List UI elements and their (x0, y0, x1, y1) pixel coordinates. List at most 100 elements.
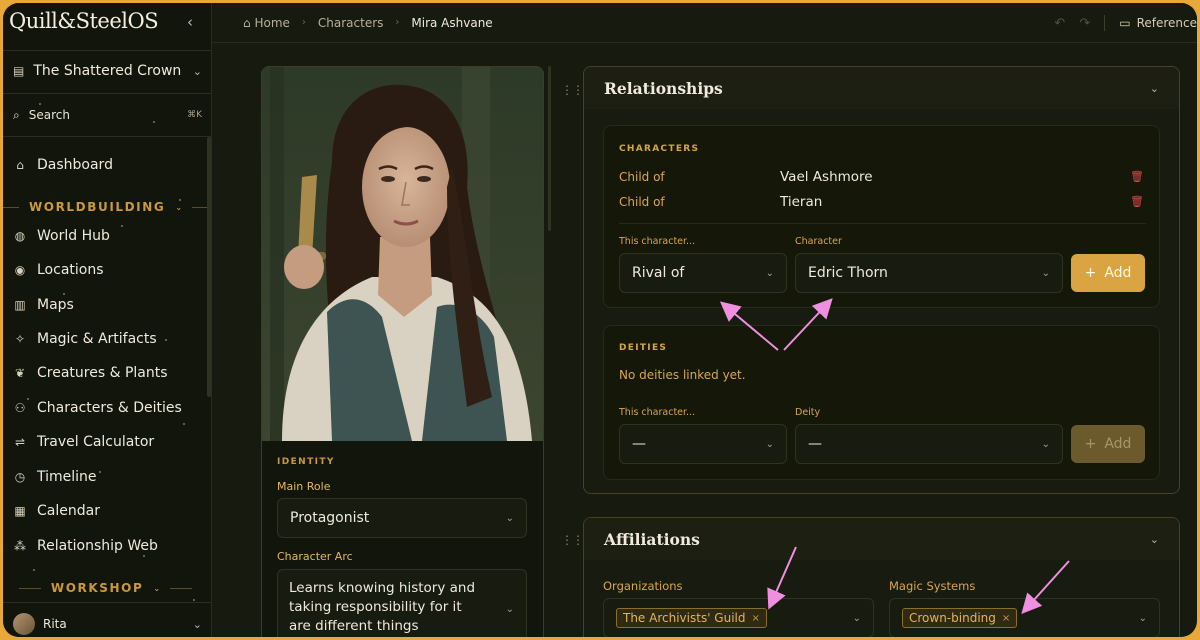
globe-icon: ◍ (14, 229, 26, 243)
divider (3, 136, 211, 137)
chevron-right-icon: › (395, 17, 400, 28)
sidebar-item-label: Maps (37, 297, 74, 313)
network-icon: ⁂ (14, 539, 26, 553)
relation-name[interactable]: Tieran (780, 194, 822, 210)
affiliations-header[interactable]: Affiliations ⌄ (584, 518, 1179, 560)
app-logo: Quill&SteelOS (9, 9, 159, 33)
sidebar-item-world-hub[interactable]: ◍ World Hub (3, 221, 208, 251)
section-label: WORLDBUILDING (28, 200, 166, 214)
deity-type-value: — (632, 436, 646, 452)
top-tools: ↶ ↷ ▭ Reference (1054, 3, 1197, 43)
add-relationship-button[interactable]: + Add (1071, 254, 1145, 292)
drag-handle-icon[interactable]: ⋮⋮ (561, 533, 584, 547)
map-pin-icon: ◉ (14, 263, 26, 277)
chevron-down-icon: ⌄ (1041, 267, 1050, 279)
search-shortcut: ⌘K (187, 110, 202, 120)
relationships-panel: Relationships ⌄ CHARACTERS Child of Vael… (583, 66, 1180, 494)
plus-icon: + (1084, 265, 1097, 281)
deity-type-select[interactable]: — ⌄ (619, 424, 787, 464)
drag-handle-icon[interactable]: ⋮⋮ (561, 83, 584, 97)
section-worldbuilding[interactable]: WORLDBUILDING ⌄ (3, 195, 208, 219)
relation-type-select[interactable]: Rival of ⌄ (619, 253, 787, 293)
breadcrumb-label: Home (254, 15, 290, 30)
sidebar-item-label: Characters & Deities (37, 400, 182, 416)
panel-title: Relationships (604, 78, 723, 98)
sidebar-item-timeline[interactable]: ◷ Timeline (3, 462, 208, 492)
magic-system-tag[interactable]: Crown-binding × (902, 608, 1018, 628)
chevron-down-icon: ⌄ (153, 583, 161, 593)
section-label: WORKSHOP (50, 581, 144, 595)
relation-name[interactable]: Vael Ashmore (780, 169, 873, 185)
project-switcher[interactable]: ▤ The Shattered Crown ⌄ (3, 51, 211, 91)
organization-tag[interactable]: The Archivists' Guild × (616, 608, 767, 628)
trash-icon[interactable]: 🗑 (1130, 195, 1144, 208)
sidebar-item-characters-deities[interactable]: ⚇ Characters & Deities (3, 393, 208, 423)
sidebar-item-dashboard[interactable]: ⌂ Dashboard (3, 150, 208, 180)
relation-type: Child of (619, 170, 665, 184)
users-icon: ⚇ (14, 401, 26, 415)
relation-target-select[interactable]: Edric Thorn ⌄ (795, 253, 1063, 293)
deities-empty-message: No deities linked yet. (619, 368, 746, 382)
breadcrumb-home[interactable]: ⌂ Home (243, 16, 290, 30)
sidebar-item-maps[interactable]: ▥ Maps (3, 290, 208, 320)
divider (619, 223, 1146, 224)
sidebar-item-label: Dashboard (37, 157, 113, 173)
book-icon: ▤ (13, 64, 25, 78)
home-icon: ⌂ (16, 158, 24, 172)
breadcrumb-characters[interactable]: Characters (318, 16, 384, 30)
character-portrait[interactable] (262, 67, 543, 441)
trash-icon[interactable]: 🗑 (1130, 170, 1144, 183)
section-workshop[interactable]: WORKSHOP ⌄ (3, 576, 208, 600)
tag-label: Crown-binding (909, 611, 996, 625)
sidebar-item-label: World Hub (37, 228, 110, 244)
chevron-down-icon: ⌄ (1041, 438, 1050, 450)
reference-button[interactable]: ▭ Reference (1119, 16, 1197, 30)
sidebar-item-creatures-plants[interactable]: ❦ Creatures & Plants (3, 358, 208, 388)
sidebar-item-label: Calendar (37, 503, 100, 519)
route-icon: ⇌ (14, 435, 26, 449)
collapse-sidebar-icon[interactable]: ‹ (187, 13, 193, 31)
search-label: Search (28, 108, 70, 122)
character-arc-label: Character Arc (277, 550, 353, 563)
reference-label: Reference (1136, 16, 1197, 30)
magic-systems-multiselect[interactable]: Crown-binding × ⌄ (889, 598, 1160, 637)
sidebar-item-label: Timeline (37, 469, 97, 485)
user-menu[interactable]: Rita ⌄ (3, 609, 211, 637)
avatar (13, 613, 35, 635)
column-scrollbar[interactable] (548, 66, 551, 231)
plus-icon: + (1084, 436, 1097, 452)
chevron-down-icon: ⌄ (1138, 612, 1147, 624)
deity-target-label: Deity (795, 407, 821, 418)
search-button[interactable]: ⌕ Search ⌘K (3, 95, 211, 135)
relation-type-label: This character... (619, 236, 696, 247)
book-open-icon: ▭ (1119, 16, 1131, 30)
sidebar-item-locations[interactable]: ◉ Locations (3, 255, 208, 285)
redo-icon[interactable]: ↷ (1079, 16, 1090, 31)
add-deity-button[interactable]: + Add (1071, 425, 1145, 463)
sidebar-item-travel-calculator[interactable]: ⇌ Travel Calculator (3, 427, 208, 457)
sidebar-item-relationship-web[interactable]: ⁂ Relationship Web (3, 531, 208, 561)
sidebar-scrollbar[interactable] (207, 137, 211, 397)
chevron-down-icon: ⌄ (505, 512, 514, 524)
relationships-header[interactable]: Relationships ⌄ (584, 67, 1179, 109)
sidebar-item-label: Creatures & Plants (37, 365, 168, 381)
remove-tag-icon[interactable]: × (752, 613, 760, 624)
app-window: Quill&SteelOS ‹ ▤ The Shattered Crown ⌄ … (3, 3, 1197, 637)
character-arc-select[interactable]: Learns knowing history and taking respon… (277, 569, 527, 637)
chevron-down-icon: ⌄ (852, 612, 861, 624)
map-icon: ▥ (14, 298, 26, 312)
remove-tag-icon[interactable]: × (1002, 613, 1010, 624)
chevron-down-icon: ⌄ (1149, 81, 1159, 95)
sidebar-item-magic-artifacts[interactable]: ✧ Magic & Artifacts (3, 324, 208, 354)
sidebar: Quill&SteelOS ‹ ▤ The Shattered Crown ⌄ … (3, 3, 212, 637)
main-role-value: Protagonist (290, 510, 370, 526)
sidebar-item-calendar[interactable]: ▦ Calendar (3, 496, 208, 526)
panel-title: Affiliations (604, 529, 700, 549)
main-role-label: Main Role (277, 480, 331, 493)
deity-target-select[interactable]: — ⌄ (795, 424, 1063, 464)
undo-icon[interactable]: ↶ (1054, 16, 1065, 31)
main-role-select[interactable]: Protagonist ⌄ (277, 498, 527, 538)
magic-systems-label: Magic Systems (889, 579, 976, 593)
chevron-down-icon: ⌄ (765, 267, 774, 279)
organizations-multiselect[interactable]: The Archivists' Guild × ⌄ (603, 598, 874, 637)
